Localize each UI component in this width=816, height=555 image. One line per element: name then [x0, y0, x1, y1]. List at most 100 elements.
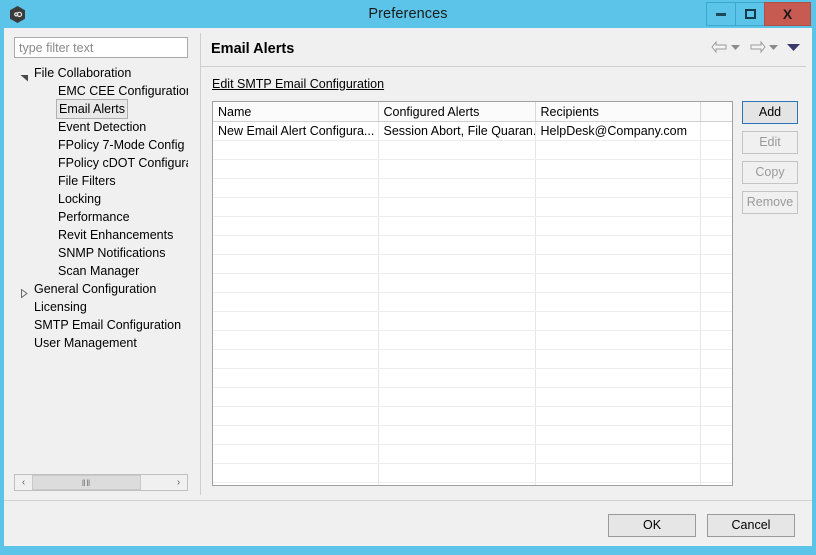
sidebar-item-label: EMC CEE Configuration	[58, 84, 188, 98]
sidebar-item-email-alerts[interactable]: Email Alerts	[14, 99, 188, 119]
table-empty-cell	[378, 330, 536, 350]
table-empty-cell	[700, 482, 732, 485]
table-empty-cell	[378, 387, 536, 407]
filter-input[interactable]	[14, 37, 188, 58]
sidebar-item-label: Locking	[58, 192, 102, 206]
table-empty-cell	[535, 406, 701, 426]
table-empty-row	[213, 387, 732, 407]
table-empty-cell	[535, 254, 701, 274]
forward-arrow-icon[interactable]	[749, 40, 766, 54]
table-empty-row	[213, 197, 732, 217]
table-empty-cell	[213, 463, 379, 483]
table-empty-cell	[535, 425, 701, 445]
sidebar-item-event-detection[interactable]: Event Detection	[14, 118, 188, 136]
close-icon: X	[782, 6, 793, 22]
add-button[interactable]: Add	[742, 101, 798, 124]
table-header-row: Name Configured Alerts Recipients	[213, 102, 732, 122]
table-empty-row	[213, 273, 732, 293]
table-action-buttons: Add Edit Copy Remove	[742, 101, 798, 221]
table-column-header[interactable]: Name	[213, 102, 379, 122]
table-empty-cell	[213, 311, 379, 331]
table-empty-row	[213, 482, 732, 485]
back-arrow-icon[interactable]	[711, 40, 728, 54]
table-empty-cell	[700, 406, 732, 426]
email-alerts-table-container[interactable]: Name Configured Alerts Recipients New Emai…	[212, 101, 733, 486]
tree-expanded-triangle-icon[interactable]	[20, 69, 29, 82]
title-bar: Preferences X	[0, 0, 816, 28]
navigation-controls	[711, 40, 800, 54]
sidebar-item-label: Revit Enhancements	[58, 228, 174, 242]
table-empty-cell	[535, 140, 701, 160]
sidebar-item-licensing[interactable]: Licensing	[14, 298, 188, 316]
table-empty-cell	[378, 197, 536, 217]
scroll-left-button[interactable]: ‹	[15, 475, 32, 490]
table-empty-cell	[213, 482, 379, 485]
table-empty-cell	[213, 444, 379, 464]
sidebar-item-label: SMTP Email Configuration	[34, 318, 182, 332]
table-empty-row	[213, 330, 732, 350]
table-empty-cell	[535, 197, 701, 217]
tree-collapsed-triangle-icon[interactable]	[20, 285, 29, 299]
sidebar-item-fpolicy-7-mode-config[interactable]: FPolicy 7-Mode Config	[14, 136, 188, 154]
table-empty-cell	[700, 425, 732, 445]
sidebar-item-label: Event Detection	[58, 120, 147, 134]
table-empty-cell	[213, 159, 379, 179]
sidebar-item-smtp-email-configuration[interactable]: SMTP Email Configuration	[14, 316, 188, 334]
maximize-button[interactable]	[735, 2, 765, 26]
table-empty-cell	[213, 406, 379, 426]
sidebar-item-label: FPolicy cDOT Configura	[58, 156, 188, 170]
sidebar-item-user-management[interactable]: User Management	[14, 334, 188, 352]
table-empty-cell	[378, 273, 536, 293]
table-empty-cell	[700, 178, 732, 198]
sidebar-item-scan-manager[interactable]: Scan Manager	[14, 262, 188, 280]
sidebar-item-fpolicy-cdot-configura[interactable]: FPolicy cDOT Configura	[14, 154, 188, 172]
edit-smtp-email-configuration-link[interactable]: Edit SMTP Email Configuration	[212, 77, 384, 91]
minimize-button[interactable]	[706, 2, 736, 26]
sidebar-item-performance[interactable]: Performance	[14, 208, 188, 226]
table-empty-cell	[535, 273, 701, 293]
table-empty-cell	[378, 254, 536, 274]
scroll-track[interactable]: ‖‖	[32, 475, 170, 490]
more-chevron-down-filled-icon[interactable]	[787, 43, 800, 51]
table-column-header[interactable]	[700, 102, 732, 122]
table-row[interactable]: New Email Alert Configura... Session Abor…	[213, 121, 732, 141]
sidebar-item-file-collaboration[interactable]: File Collaboration	[14, 64, 188, 82]
table-empty-cell	[535, 216, 701, 236]
table-empty-cell	[535, 292, 701, 312]
scroll-thumb[interactable]: ‖‖	[32, 475, 141, 490]
preferences-tree[interactable]: File Collaboration EMC CEE Configuration E…	[14, 64, 188, 469]
table-empty-cell	[378, 216, 536, 236]
table-empty-cell	[378, 311, 536, 331]
sidebar-item-snmp-notifications[interactable]: SNMP Notifications	[14, 244, 188, 262]
table-empty-cell	[213, 425, 379, 445]
scroll-right-button[interactable]: ›	[170, 475, 187, 490]
sidebar-item-label: Email Alerts	[56, 99, 128, 119]
table-empty-cell	[700, 140, 732, 160]
sidebar-item-general-configuration[interactable]: General Configuration	[14, 280, 188, 299]
sidebar-horizontal-scrollbar[interactable]: ‹ ‖‖ ›	[14, 474, 188, 491]
table-empty-cell	[378, 425, 536, 445]
table-empty-cell	[378, 140, 536, 160]
table-empty-row	[213, 406, 732, 426]
sidebar-item-locking[interactable]: Locking	[14, 190, 188, 208]
sidebar-item-emc-cee-configuration[interactable]: EMC CEE Configuration	[14, 82, 188, 100]
table-empty-cell	[700, 349, 732, 369]
table-empty-cell	[700, 444, 732, 464]
ok-button[interactable]: OK	[608, 514, 696, 537]
maximize-icon	[744, 9, 756, 19]
table-column-header[interactable]: Recipients	[535, 102, 701, 122]
preferences-window: Preferences X File Collaboration EMC CEE …	[0, 0, 816, 555]
table-empty-cell	[700, 330, 732, 350]
table-empty-cell	[378, 292, 536, 312]
cancel-button[interactable]: Cancel	[707, 514, 795, 537]
sidebar-item-revit-enhancements[interactable]: Revit Enhancements	[14, 226, 188, 244]
table-empty-cell	[700, 273, 732, 293]
close-button[interactable]: X	[764, 2, 811, 26]
table-empty-cell	[213, 368, 379, 388]
table-column-header[interactable]: Configured Alerts	[378, 102, 536, 122]
sidebar-item-file-filters[interactable]: File Filters	[14, 172, 188, 190]
back-dropdown-chevron-down-icon[interactable]	[731, 44, 740, 50]
forward-dropdown-chevron-down-icon[interactable]	[769, 44, 778, 50]
table-empty-cell	[378, 444, 536, 464]
table-body: New Email Alert Configura... Session Abor…	[213, 121, 732, 485]
